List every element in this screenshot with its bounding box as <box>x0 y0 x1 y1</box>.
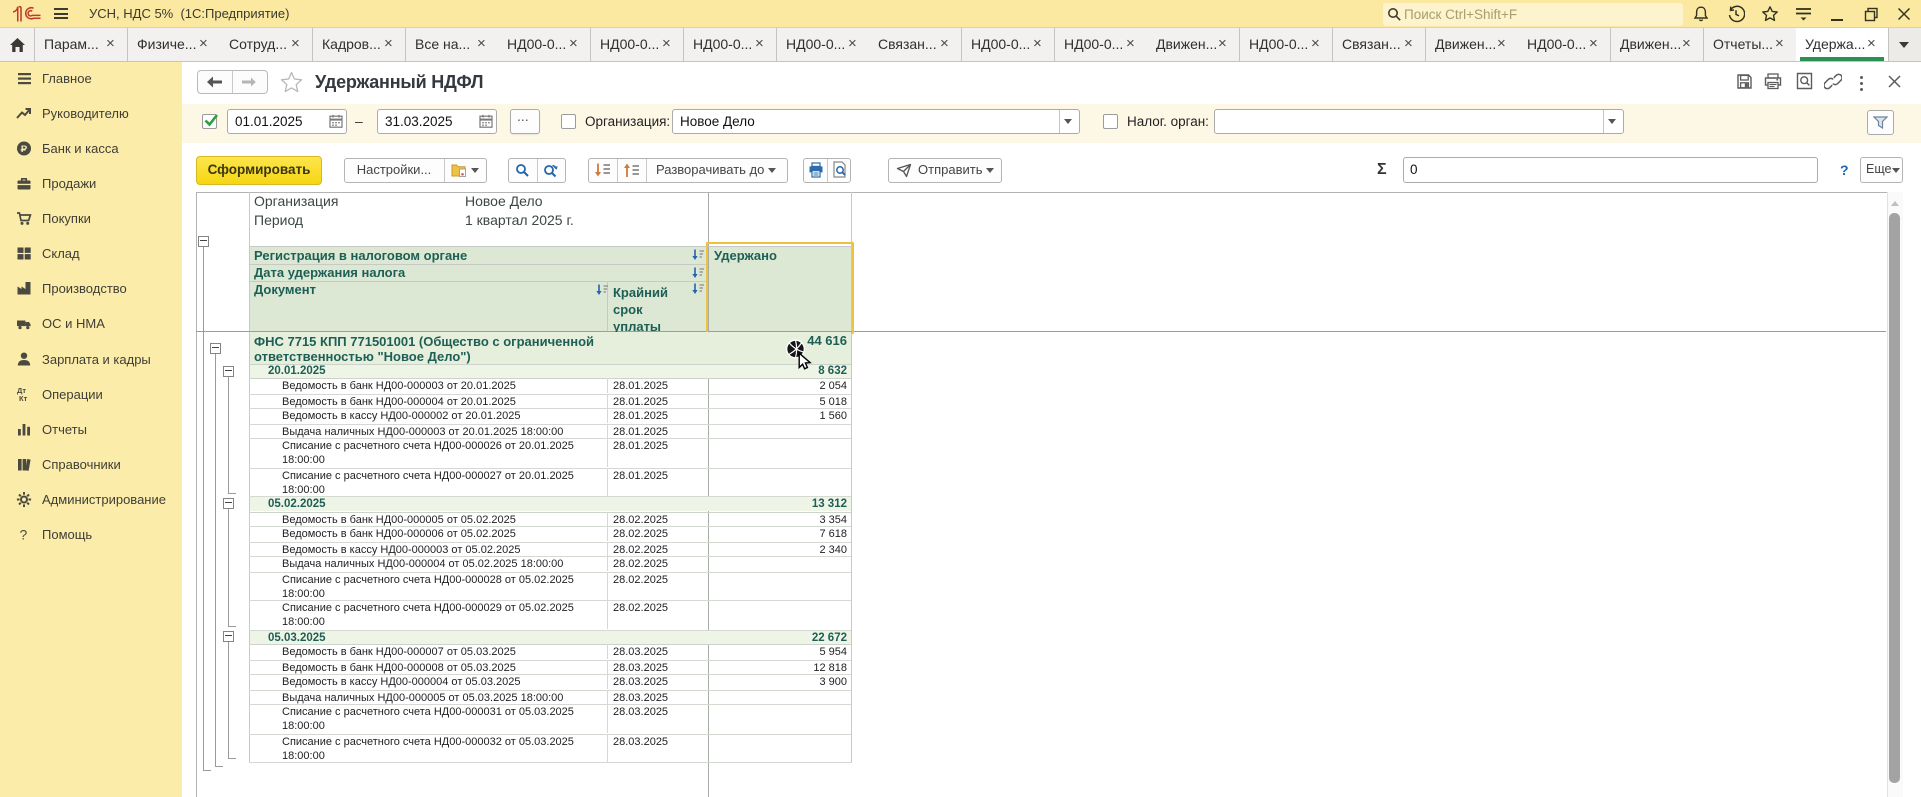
svg-text:?: ? <box>20 527 28 543</box>
svg-text:Кт: Кт <box>19 394 28 403</box>
